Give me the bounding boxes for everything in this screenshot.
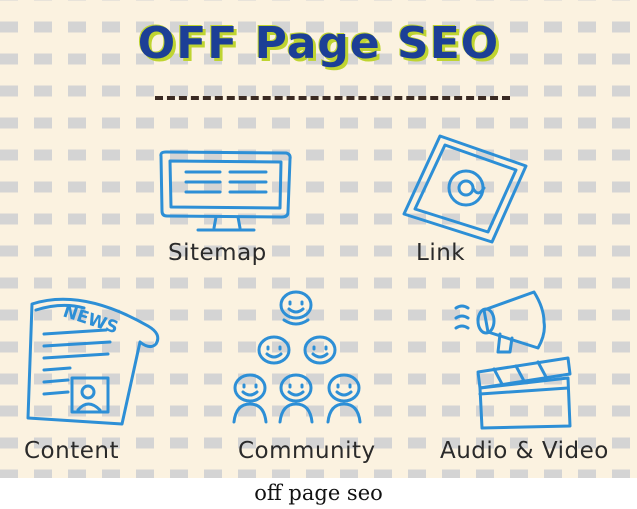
link-label: Link	[416, 240, 466, 266]
people-pyramid-icon	[226, 288, 376, 428]
monitor-icon	[158, 150, 293, 240]
off-page-seo-illustration: OFF Page SEO Sitemap Link NEWS Content C…	[0, 0, 637, 478]
audio-video-label: Audio & Video	[440, 438, 609, 464]
title-underline	[155, 96, 510, 100]
newspaper-icon: NEWS	[22, 290, 167, 435]
tablet-icon	[400, 132, 530, 244]
clapperboard-icon	[472, 348, 577, 430]
page-title: OFF Page SEO	[137, 18, 500, 69]
community-label: Community	[238, 438, 376, 464]
content-label: Content	[24, 438, 119, 464]
image-caption: off page seo	[0, 478, 637, 509]
sitemap-label: Sitemap	[168, 240, 267, 266]
